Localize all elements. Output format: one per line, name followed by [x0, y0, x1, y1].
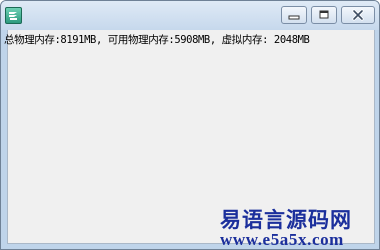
close-button[interactable]: [341, 6, 375, 24]
watermark-url: www.e5a5x.com: [220, 230, 344, 249]
app-icon[interactable]: [5, 7, 22, 24]
memory-info-label: 总物理内存:8191MB, 可用物理内存:5908MB, 虚拟内存: 2048M…: [4, 34, 310, 46]
client-area: 总物理内存:8191MB, 可用物理内存:5908MB, 虚拟内存: 2048M…: [4, 30, 375, 249]
minimize-button[interactable]: [281, 6, 307, 24]
title-bar[interactable]: [1, 1, 379, 30]
app-window: 总物理内存:8191MB, 可用物理内存:5908MB, 虚拟内存: 2048M…: [0, 0, 380, 250]
maximize-button[interactable]: [311, 6, 337, 24]
